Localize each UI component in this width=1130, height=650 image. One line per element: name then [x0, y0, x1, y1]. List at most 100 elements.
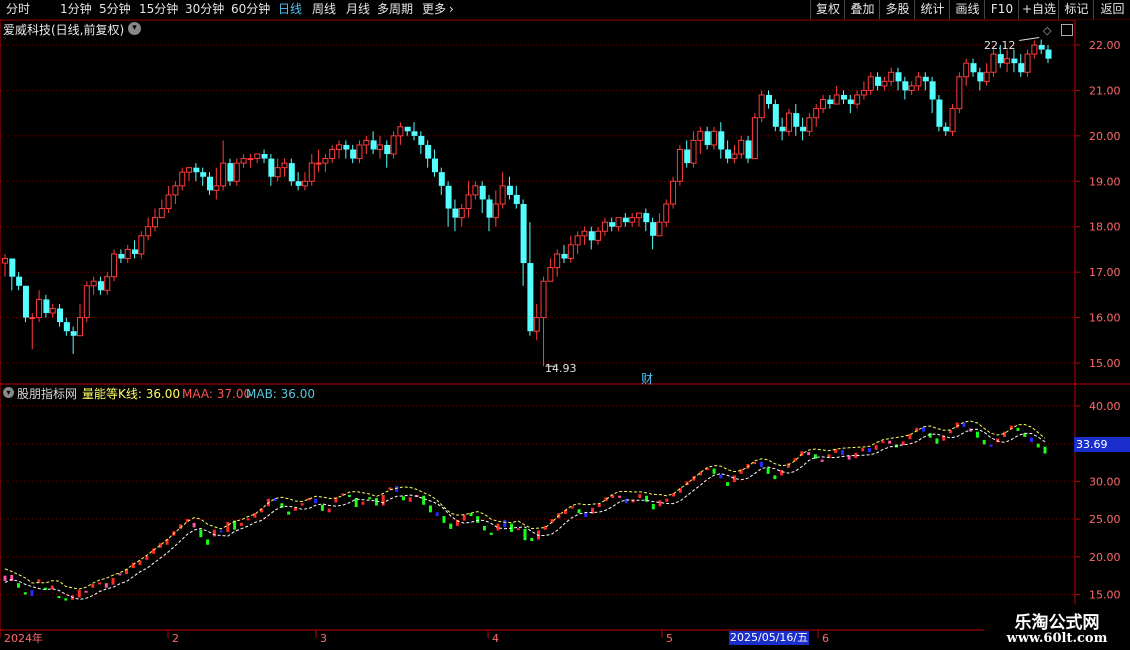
candle-body [57, 308, 64, 323]
indicator-bar [780, 470, 784, 476]
indicator-bar [381, 494, 385, 506]
candle-body [936, 99, 943, 127]
candle-body [90, 280, 97, 287]
candle-body [908, 85, 915, 91]
indicator-bar [1002, 431, 1006, 437]
indicator-bar [300, 503, 304, 506]
add-watchlist-button[interactable]: +自选 [1018, 0, 1059, 19]
chart-area[interactable]: 22.00 21.00 20.00 19.00 18.00 17.00 16.00 15.00… [0, 20, 1130, 650]
x-label-mar: 3 [320, 632, 327, 645]
indicator-bar [401, 496, 405, 501]
period-tab-60min[interactable]: 60分钟 [231, 1, 270, 18]
candle-body [643, 213, 650, 223]
period-tab-1min[interactable]: 1分钟 [60, 1, 92, 18]
indicator-menu-icon[interactable]: ▾ [3, 387, 14, 398]
back-button[interactable]: 返回 [1093, 0, 1130, 19]
candle-body [425, 144, 432, 159]
indicator-bar [982, 439, 986, 445]
indicator-bar [807, 451, 811, 456]
f10-button[interactable]: F10 [984, 0, 1019, 19]
indicator-bar [759, 461, 763, 468]
candle-body [445, 185, 452, 209]
mab-label: MAB: 36.00 [246, 387, 316, 401]
candle-body [1031, 44, 1038, 55]
candle-body [772, 104, 779, 127]
x-label-jun: 6 [822, 632, 829, 645]
candle-body [963, 62, 970, 78]
indicator-bar [145, 556, 149, 560]
candle-body [329, 148, 336, 160]
period-tab-30min[interactable]: 30分钟 [185, 1, 224, 18]
period-tab-more[interactable]: 更多 › [422, 1, 454, 18]
candle-body [881, 80, 888, 87]
finance-marker[interactable]: 财 [641, 372, 653, 386]
candle-body [274, 167, 281, 178]
period-tab-15min[interactable]: 15分钟 [139, 1, 178, 18]
candle-body [322, 158, 329, 164]
indicator-bar [766, 467, 770, 474]
overlay-button[interactable]: 叠加 [844, 0, 880, 19]
candle-body [356, 144, 363, 160]
candle-body [540, 280, 547, 319]
period-tab-weekly[interactable]: 周线 [312, 1, 336, 18]
indicator-tick-label: 25.00 [1089, 513, 1121, 526]
candle-body [1024, 53, 1031, 73]
period-tab-monthly[interactable]: 月线 [346, 1, 370, 18]
candle-body [138, 235, 145, 255]
indicator-tick-label: 40.00 [1089, 400, 1121, 413]
candle-body [172, 185, 179, 196]
candle-body [875, 76, 882, 86]
indicator-bar [57, 596, 61, 599]
candle-body [738, 139, 745, 155]
candle-body [268, 158, 275, 177]
candle-body [635, 212, 642, 219]
period-tab-multi[interactable]: 多周期 [377, 1, 413, 18]
candle-body [118, 253, 125, 259]
chevron-down-icon[interactable]: ▾ [128, 22, 141, 35]
candle-body [949, 108, 956, 132]
candlestick-series [2, 37, 1052, 367]
indicator-bar [449, 523, 453, 529]
indicator-bar [921, 427, 925, 432]
window-toggle-icon[interactable] [1061, 24, 1073, 36]
statistics-button[interactable]: 统计 [914, 0, 950, 19]
indicator-bar [3, 575, 7, 581]
candle-body [622, 217, 629, 223]
period-tab-daily[interactable]: 日线 [278, 1, 302, 18]
period-tab-fenshi[interactable]: 分时 [6, 1, 30, 18]
indicator-tick-label: 20.00 [1089, 551, 1121, 564]
indicator-bar [482, 525, 486, 531]
indicator-bar [773, 475, 777, 480]
x-label-2024: 2024年 [4, 632, 43, 645]
draw-line-button[interactable]: 画线 [949, 0, 985, 19]
period-tab-5min[interactable]: 5分钟 [99, 1, 131, 18]
indicator-bar [935, 438, 939, 444]
indicator-bar [577, 509, 581, 514]
candle-body [376, 144, 383, 150]
fuquan-button[interactable]: 复权 [810, 0, 845, 19]
candle-body [179, 171, 186, 187]
candle-body [472, 185, 479, 196]
indicator-current-value: 33.69 [1074, 437, 1130, 452]
multi-stock-button[interactable]: 多股 [879, 0, 915, 19]
indicator-bar [975, 431, 979, 438]
indicator-bar [962, 422, 966, 428]
indicator-bar [712, 468, 716, 474]
candle-body [506, 185, 513, 195]
candle-body [363, 139, 370, 146]
candle-body [731, 153, 738, 160]
indicator-bar [1016, 427, 1020, 431]
candle-body [97, 281, 104, 291]
indicator-bar [327, 508, 331, 513]
indicator-name[interactable]: 股朋指标网 [17, 387, 77, 401]
candle-body [800, 126, 807, 132]
price-tick-label: 17.00 [1089, 266, 1121, 279]
candle-body [567, 244, 574, 260]
diamond-icon[interactable]: ◇ [1043, 24, 1051, 38]
indicator-bar [347, 494, 351, 497]
indicator-bar [462, 514, 466, 521]
candle-body [520, 204, 527, 264]
indicator-bar [1036, 443, 1040, 448]
candle-body [601, 221, 608, 232]
bookmark-button[interactable]: 标记 [1058, 0, 1094, 19]
